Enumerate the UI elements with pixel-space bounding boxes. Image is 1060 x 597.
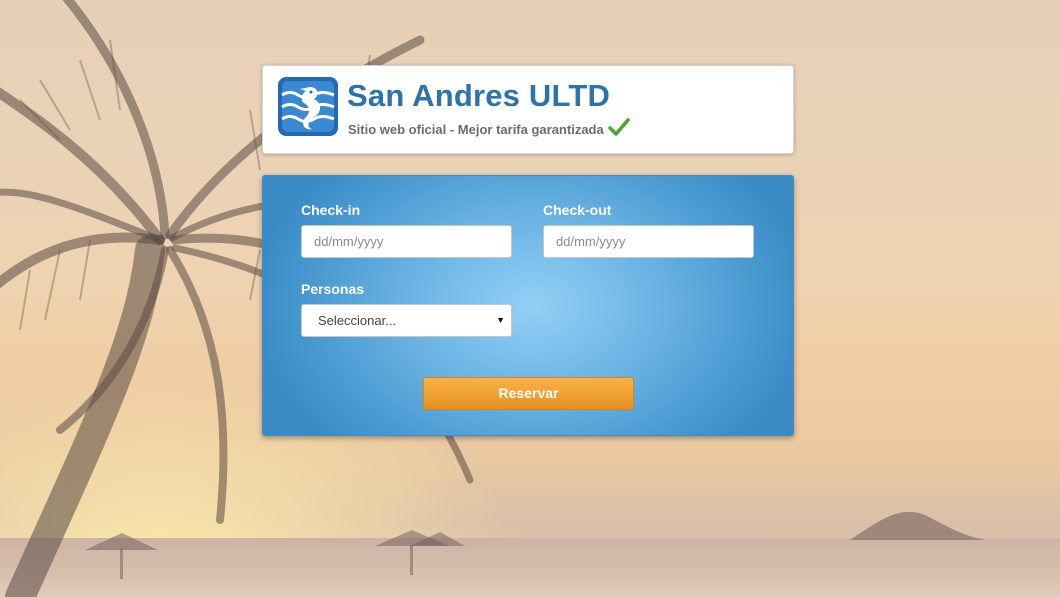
brand-header-card: San Andres ULTD Sitio web oficial - Mejo… [262, 65, 794, 154]
booking-form: Check-in Check-out Personas Seleccionar.… [262, 175, 794, 436]
tagline: Sitio web oficial - Mejor tarifa garanti… [348, 118, 630, 141]
persons-label: Personas [301, 281, 365, 297]
persons-select[interactable]: Seleccionar... ▼ [301, 304, 512, 337]
dropdown-arrow-icon: ▼ [496, 315, 505, 325]
persons-selected-value: Seleccionar... [318, 313, 397, 328]
checkmark-icon [607, 118, 630, 141]
checkin-date-input[interactable] [301, 225, 512, 258]
checkout-date-input[interactable] [543, 225, 754, 258]
checkout-label: Check-out [543, 202, 612, 218]
seahorse-icon[interactable] [278, 77, 338, 136]
site-title: San Andres ULTD [347, 78, 611, 113]
reserve-button[interactable]: Reservar [423, 377, 634, 410]
tagline-text: Sitio web oficial - Mejor tarifa garanti… [348, 122, 604, 137]
checkin-label: Check-in [301, 202, 361, 218]
